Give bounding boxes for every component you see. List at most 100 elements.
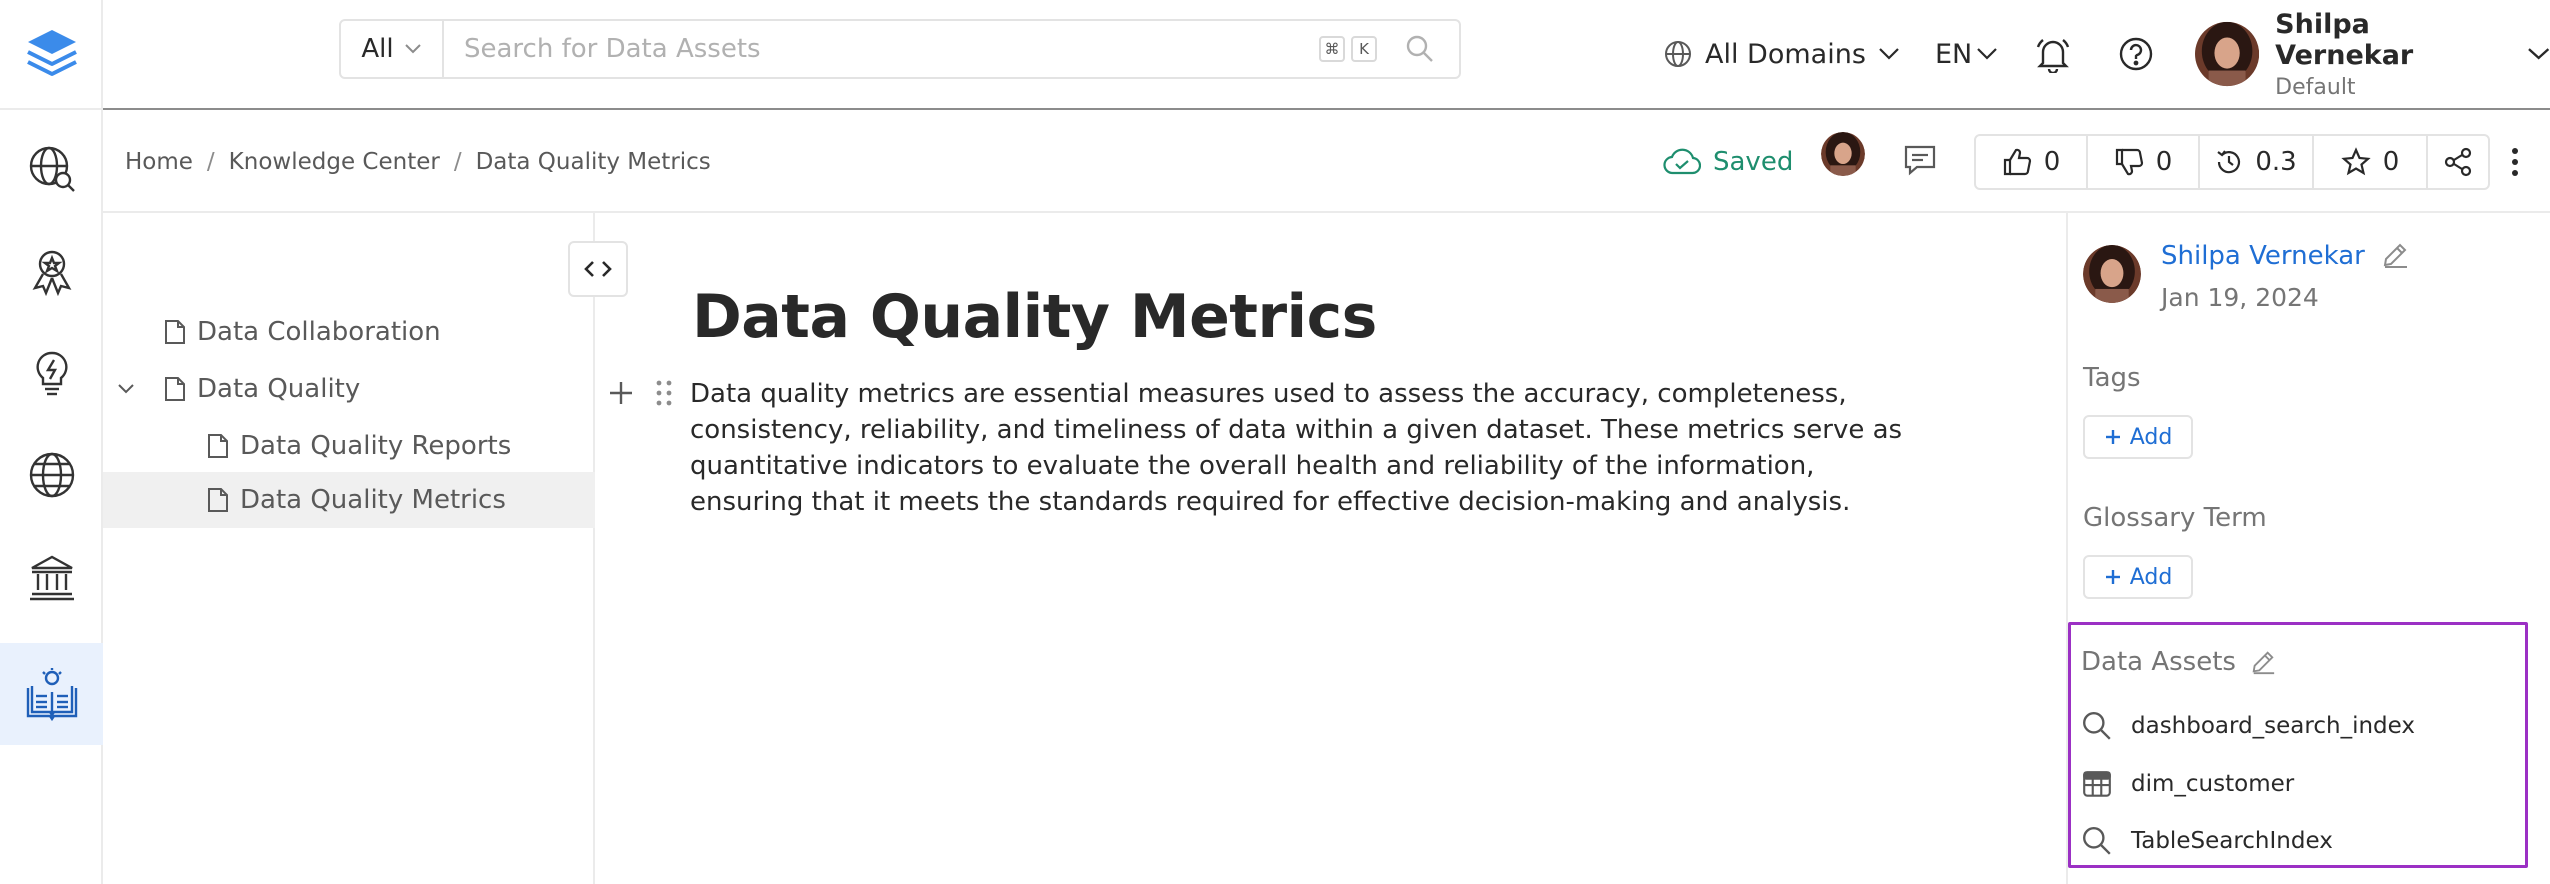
more-options-button[interactable] bbox=[2489, 134, 2541, 190]
tree-item-label: Data Collaboration bbox=[197, 317, 441, 347]
star-icon bbox=[2341, 147, 2371, 176]
data-assets-header: Data Assets bbox=[2081, 647, 2276, 677]
page-body-paragraph[interactable]: Data quality metrics are essential measu… bbox=[690, 376, 1920, 520]
user-name: Shilpa Vernekar bbox=[2275, 8, 2414, 71]
kbd-key: K bbox=[1351, 36, 1377, 62]
breadcrumb-separator: / bbox=[206, 148, 215, 175]
tree-item-label: Data Quality Reports bbox=[240, 431, 512, 461]
nav-governance[interactable] bbox=[0, 526, 103, 628]
nav-domains[interactable] bbox=[0, 424, 103, 526]
domain-selector[interactable]: All Domains bbox=[1663, 0, 1900, 108]
thumbs-down-icon bbox=[2115, 148, 2143, 176]
data-asset-name: dashboard_search_index bbox=[2131, 713, 2415, 739]
nav-quality[interactable] bbox=[0, 220, 103, 322]
owner-name-link[interactable]: Shilpa Vernekar bbox=[2161, 241, 2365, 271]
code-brackets-icon bbox=[584, 261, 612, 277]
glossary-term-label: Glossary Term bbox=[2083, 503, 2267, 533]
like-button[interactable]: 0 bbox=[1976, 136, 2088, 188]
left-rail bbox=[0, 0, 103, 884]
data-asset-item[interactable]: TableSearchIndex bbox=[2081, 821, 2333, 861]
dislike-count: 0 bbox=[2155, 147, 2173, 177]
star-button[interactable]: 0 bbox=[2314, 136, 2428, 188]
share-icon bbox=[2444, 147, 2472, 177]
edit-pencil-icon[interactable] bbox=[2250, 649, 2276, 675]
plus-icon bbox=[2105, 570, 2120, 584]
data-asset-item[interactable]: dim_customer bbox=[2081, 764, 2294, 804]
globe-icon bbox=[1665, 41, 1691, 67]
tags-label: Tags bbox=[2083, 363, 2141, 393]
search-input[interactable] bbox=[444, 21, 1319, 77]
help-icon bbox=[2119, 37, 2153, 71]
search-icon bbox=[2083, 712, 2111, 740]
award-icon bbox=[32, 250, 71, 296]
document-icon bbox=[208, 488, 228, 512]
author-avatar[interactable] bbox=[1821, 132, 1865, 176]
add-block-icon[interactable] bbox=[606, 378, 636, 408]
chevron-down-icon bbox=[404, 44, 421, 54]
chevron-down-icon bbox=[1977, 48, 1998, 60]
search-icon bbox=[1406, 35, 1433, 62]
search-icon bbox=[2083, 827, 2111, 855]
plus-icon bbox=[2105, 430, 2120, 444]
saved-label: Saved bbox=[1713, 146, 1794, 177]
book-bulb-icon bbox=[26, 668, 77, 722]
nav-insights[interactable] bbox=[0, 322, 103, 424]
chevron-down-icon bbox=[1879, 48, 1899, 60]
bell-icon bbox=[2036, 39, 2070, 73]
breadcrumb-home[interactable]: Home bbox=[125, 149, 193, 175]
bank-icon bbox=[29, 555, 74, 601]
search-type-select[interactable]: All bbox=[341, 21, 444, 77]
breadcrumb-separator: / bbox=[453, 148, 462, 175]
tree-item[interactable]: Data Quality Reports bbox=[103, 418, 595, 474]
star-count: 0 bbox=[2382, 147, 2400, 177]
search-button[interactable] bbox=[1395, 34, 1445, 64]
drag-handle-icon[interactable] bbox=[654, 378, 674, 408]
collapse-panel-button[interactable] bbox=[568, 241, 628, 297]
globe-search-icon bbox=[29, 146, 75, 192]
language-selector[interactable]: EN bbox=[1935, 0, 1998, 108]
add-tag-label: Add bbox=[2129, 424, 2173, 450]
tree-item[interactable]: Data Quality bbox=[103, 361, 595, 417]
add-glossary-label: Add bbox=[2129, 564, 2173, 590]
chevron-down-icon[interactable] bbox=[117, 383, 135, 395]
version-button[interactable]: 0.3 bbox=[2200, 136, 2314, 188]
add-tag-button[interactable]: Add bbox=[2083, 415, 2193, 459]
search-type-label: All bbox=[361, 34, 394, 64]
data-asset-item[interactable]: dashboard_search_index bbox=[2081, 706, 2415, 746]
version-number: 0.3 bbox=[2255, 147, 2297, 177]
add-glossary-term-button[interactable]: Add bbox=[2083, 555, 2193, 599]
app-logo[interactable] bbox=[0, 0, 103, 110]
user-info: Shilpa Vernekar Default bbox=[2275, 9, 2511, 100]
chevron-down-icon bbox=[2527, 48, 2549, 60]
user-avatar bbox=[2195, 21, 2260, 87]
notifications-button[interactable] bbox=[2035, 0, 2071, 108]
nav-explore[interactable] bbox=[0, 118, 103, 220]
history-icon bbox=[2217, 150, 2241, 174]
owner-date: Jan 19, 2024 bbox=[2161, 283, 2319, 312]
page-toolbar: Home / Knowledge Center / Data Quality M… bbox=[103, 110, 2550, 213]
page-title[interactable]: Data Quality Metrics bbox=[692, 282, 1377, 352]
user-role: Default bbox=[2275, 74, 2356, 100]
data-asset-name: dim_customer bbox=[2131, 771, 2295, 797]
nav-knowledge-center[interactable] bbox=[0, 643, 103, 745]
breadcrumb-current: Data Quality Metrics bbox=[475, 148, 711, 175]
tree-item-label: Data Quality Metrics bbox=[240, 485, 506, 515]
dislike-button[interactable]: 0 bbox=[2088, 136, 2200, 188]
data-assets-section: Data Assets dashboard_search_index dim_c… bbox=[2068, 622, 2528, 868]
domain-label: All Domains bbox=[1705, 38, 1866, 70]
thumbs-up-icon bbox=[2003, 148, 2031, 176]
tree-item[interactable]: Data Collaboration bbox=[103, 304, 595, 360]
comment-icon[interactable] bbox=[1903, 144, 1937, 176]
user-menu[interactable]: Shilpa Vernekar Default bbox=[2195, 0, 2550, 108]
breadcrumb-knowledge-center[interactable]: Knowledge Center bbox=[229, 149, 440, 175]
help-button[interactable] bbox=[2118, 0, 2154, 108]
globe-icon bbox=[29, 452, 74, 498]
edit-pencil-icon[interactable] bbox=[2381, 241, 2409, 269]
tree-item-active[interactable]: Data Quality Metrics bbox=[103, 472, 595, 528]
command-key-icon: ⌘ bbox=[1319, 36, 1345, 62]
breadcrumb: Home / Knowledge Center / Data Quality M… bbox=[125, 110, 711, 213]
share-button[interactable] bbox=[2428, 136, 2488, 188]
tree-item-label: Data Quality bbox=[197, 374, 361, 404]
table-icon bbox=[2083, 771, 2111, 797]
document-icon bbox=[208, 434, 228, 458]
